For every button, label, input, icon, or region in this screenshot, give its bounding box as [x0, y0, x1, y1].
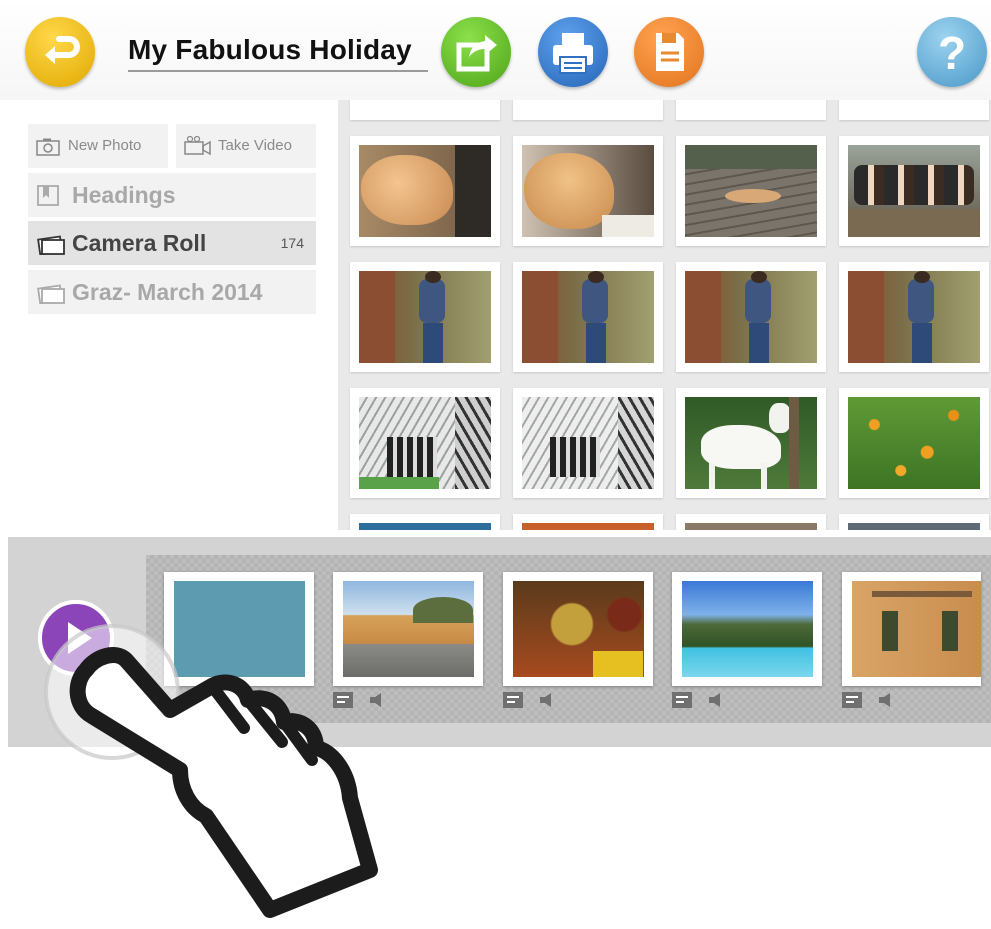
photo-thumbnail[interactable] [676, 388, 826, 498]
sidebar-item-headings[interactable]: Headings [28, 173, 316, 217]
photo-thumbnail[interactable] [350, 100, 500, 120]
tap-hand-icon [44, 624, 378, 918]
camera-icon [36, 138, 60, 156]
back-button[interactable] [25, 17, 95, 87]
photo-thumbnail[interactable] [513, 136, 663, 246]
photo-thumbnail[interactable] [513, 262, 663, 372]
photo-thumbnail[interactable] [350, 514, 500, 530]
photo-thumbnail[interactable] [839, 514, 989, 530]
sidebar-item-label: Graz- March 2014 [72, 279, 263, 305]
photo-thumbnail[interactable] [676, 100, 826, 120]
photo-thumbnail[interactable] [839, 100, 989, 120]
share-button[interactable] [441, 17, 511, 87]
audio-icon[interactable] [707, 692, 725, 708]
photo-thumbnail[interactable] [513, 514, 663, 530]
caption-icon[interactable] [672, 692, 692, 708]
sidebar-item-camera-roll[interactable]: Camera Roll 174 [28, 221, 316, 265]
audio-icon[interactable] [538, 692, 556, 708]
photo-grid [338, 100, 991, 530]
take-video-label: Take Video [218, 137, 292, 154]
printer-icon [553, 33, 593, 74]
new-photo-label: New Photo [68, 137, 142, 154]
photo-count: 174 [280, 235, 304, 251]
photo-thumbnail[interactable] [350, 262, 500, 372]
album-icon [37, 284, 65, 304]
photo-thumbnail[interactable] [350, 388, 500, 498]
print-button[interactable] [538, 17, 608, 87]
video-camera-icon [184, 136, 211, 156]
album-icon [37, 235, 65, 255]
project-title[interactable]: My Fabulous Holiday [128, 30, 428, 72]
caption-icon[interactable] [503, 692, 523, 708]
photo-thumbnail[interactable] [839, 388, 989, 498]
photo-thumbnail[interactable] [839, 136, 989, 246]
help-button[interactable]: ? [917, 17, 987, 87]
audio-icon[interactable] [877, 692, 895, 708]
save-icon [656, 33, 684, 71]
photo-thumbnail[interactable] [676, 262, 826, 372]
photo-thumbnail[interactable] [350, 136, 500, 246]
share-icon [456, 35, 497, 72]
slide-thumbnail[interactable] [842, 572, 981, 686]
save-button[interactable] [634, 17, 704, 87]
back-arrow-icon [45, 36, 80, 64]
new-photo-button[interactable]: New Photo [28, 124, 168, 168]
photo-thumbnail[interactable] [676, 136, 826, 246]
sidebar-item-label: Camera Roll [72, 230, 207, 256]
help-icon: ? [938, 27, 966, 79]
photo-thumbnail[interactable] [513, 388, 663, 498]
take-video-button[interactable]: Take Video [176, 124, 316, 168]
sidebar-item-label: Headings [72, 182, 176, 208]
photo-thumbnail[interactable] [676, 514, 826, 530]
toolbar: My Fabulous Holiday ? [0, 0, 991, 100]
bookmark-icon [37, 185, 59, 206]
slide-thumbnail[interactable] [672, 572, 822, 686]
help-glyph: ? [938, 27, 966, 79]
caption-icon[interactable] [842, 692, 862, 708]
slide-thumbnail[interactable] [503, 572, 653, 686]
photo-thumbnail[interactable] [839, 262, 989, 372]
sidebar-item-graz[interactable]: Graz- March 2014 [28, 270, 316, 314]
photo-thumbnail[interactable] [513, 100, 663, 120]
